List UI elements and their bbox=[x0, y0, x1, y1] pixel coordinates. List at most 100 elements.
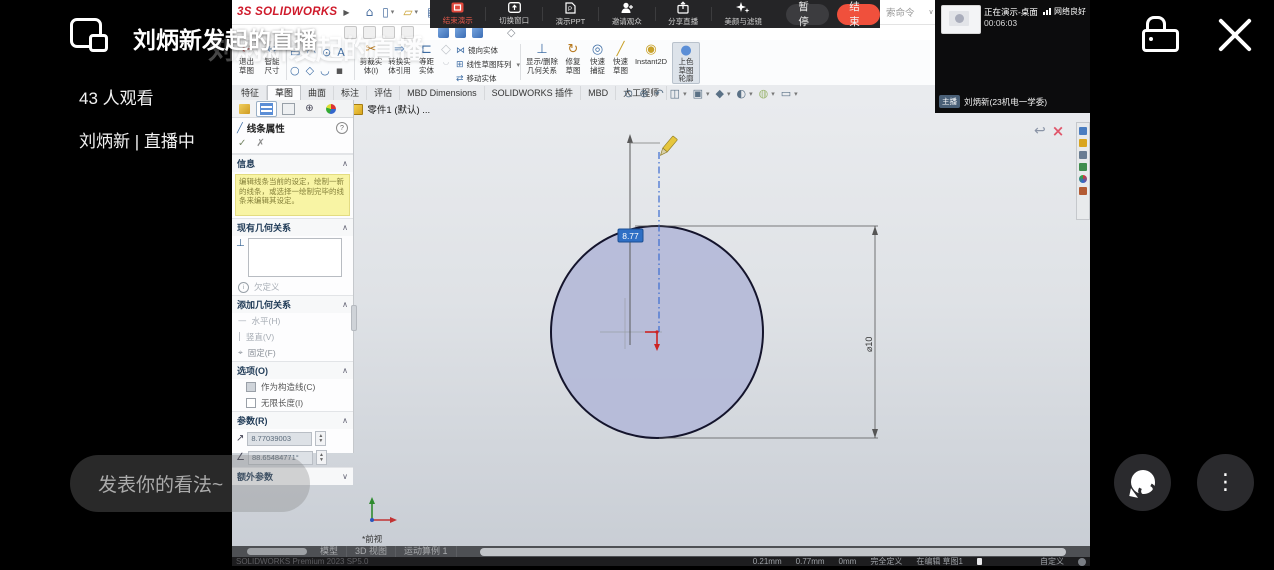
pencil-cursor-icon bbox=[658, 136, 677, 157]
graphics-area[interactable]: ▶ 零件1 (默认) ... ↩ × ⊕ bbox=[232, 100, 1090, 546]
comment-placeholder: 发表你的看法~ bbox=[98, 470, 223, 497]
host-name: 刘炳新(23机电一学委) bbox=[964, 96, 1047, 108]
share-stream-button[interactable]: 分享直播 bbox=[655, 0, 710, 28]
signal-bars-icon bbox=[1043, 8, 1051, 15]
dimension-text[interactable]: ⌀10 bbox=[864, 337, 874, 352]
invite-viewers-button[interactable]: 邀请观众 bbox=[599, 0, 654, 28]
rapid-sketch-icon: ╱ bbox=[617, 42, 625, 58]
display-relations-button[interactable]: ⊥ 显示/删除 几何关系 bbox=[525, 42, 559, 75]
dim-arrow-top bbox=[872, 226, 878, 235]
stream-title: 刘炳新发起的直播 bbox=[133, 21, 317, 55]
sketch-canvas[interactable]: 8.77 ⌀10 bbox=[232, 100, 1090, 546]
rotation-lock-icon[interactable] bbox=[1140, 14, 1180, 54]
tab-sw-addins[interactable]: SOLIDWORKS 插件 bbox=[485, 86, 582, 100]
status-bar: SOLIDWORKS Premium 2023 SP5.0 0.21mm 0.7… bbox=[232, 557, 1090, 566]
section-view-icon[interactable]: ◫ bbox=[670, 87, 680, 100]
tab-features[interactable]: 特征 bbox=[234, 86, 267, 100]
switch-window-button[interactable]: 切换窗口 bbox=[486, 0, 541, 28]
comment-input[interactable]: 发表你的看法~ bbox=[70, 455, 310, 512]
repair-sketch-button[interactable]: ↻ 修复 草图 bbox=[562, 42, 584, 75]
view-settings-icon[interactable]: ▭ bbox=[781, 87, 791, 100]
live-stream-screen: { "overlay": { "title": "刘炳新发起的直播", "vie… bbox=[0, 0, 1274, 570]
linear-pattern-icon: ⊞ bbox=[456, 60, 464, 70]
open-caret-icon[interactable]: ▾ bbox=[415, 8, 419, 16]
search-text: 索命令 bbox=[886, 5, 915, 19]
coord-z: 0mm bbox=[839, 557, 857, 566]
beauty-filter-button[interactable]: 美颜与滤镜 bbox=[712, 0, 775, 28]
home-icon[interactable]: ⌂ bbox=[366, 5, 374, 19]
command-search[interactable]: 索命令 ∨ bbox=[877, 2, 944, 21]
scrollbar-left-thumb[interactable] bbox=[247, 548, 307, 555]
menu-expand-icon[interactable]: ▶ bbox=[343, 8, 349, 17]
close-icon[interactable] bbox=[1218, 13, 1252, 47]
heads-up-toolbar: ⊙ ⊕ ↶ ◫▾ ▣▾ ◆▾ ◐▾ ◍▾ ▭▾ bbox=[624, 87, 798, 100]
repair-icon: ↻ bbox=[568, 42, 579, 58]
coord-x: 0.21mm bbox=[753, 557, 782, 566]
pip-timer: 00:06:03 bbox=[984, 18, 1017, 28]
horizontal-scrollbar-thumb[interactable] bbox=[480, 548, 1066, 556]
svg-text:8.77: 8.77 bbox=[622, 231, 639, 241]
end-demo-icon bbox=[451, 2, 464, 13]
view-cube-icon[interactable] bbox=[438, 27, 449, 38]
end-button[interactable]: 结束 bbox=[837, 4, 880, 25]
hide-show-items-icon[interactable]: ◐ bbox=[736, 87, 746, 100]
invite-icon bbox=[620, 2, 634, 14]
mini-window-icon[interactable] bbox=[70, 18, 108, 52]
edit-appearance-icon[interactable]: ◍ bbox=[759, 87, 769, 100]
search-caret-icon[interactable]: ∨ bbox=[929, 8, 934, 16]
end-demo-button[interactable]: 结束演示 bbox=[430, 0, 485, 28]
quick-snap-button[interactable]: ◎ 快速 捕捉 bbox=[587, 42, 608, 75]
pause-button[interactable]: 暂停 bbox=[786, 4, 829, 25]
more-dots-icon: ⋮ bbox=[1215, 472, 1237, 494]
share-icon bbox=[677, 1, 689, 14]
rapid-sketch-button[interactable]: ╱ 快速 草图 bbox=[610, 42, 631, 75]
move-icon: ⇄ bbox=[456, 74, 464, 84]
more-button[interactable]: ⋮ bbox=[1197, 454, 1254, 511]
tab-mbd[interactable]: MBD bbox=[581, 86, 616, 100]
tab-mbd-dimensions[interactable]: MBD Dimensions bbox=[400, 86, 485, 100]
quick-tips-icon[interactable] bbox=[1078, 558, 1086, 566]
doc-tab-model[interactable]: 模型 bbox=[312, 546, 347, 557]
view-orientation-icon[interactable]: ▣ bbox=[693, 87, 703, 100]
display-style-icon[interactable]: ◆ bbox=[716, 87, 724, 100]
open-icon[interactable]: ▱ bbox=[403, 5, 412, 19]
svg-text:P: P bbox=[568, 7, 572, 13]
solidworks-logo: 3S SOLIDWORKS bbox=[237, 6, 337, 18]
coord-y: 0.77mm bbox=[796, 557, 825, 566]
move-entities-button[interactable]: ⇄ 移动实体 bbox=[456, 73, 497, 84]
zoom-fit-icon[interactable]: ⊙ bbox=[624, 87, 633, 100]
tab-evaluate[interactable]: 评估 bbox=[367, 86, 400, 100]
chat-button[interactable] bbox=[1114, 454, 1171, 511]
streamer-status: 刘炳新 | 直播中 bbox=[79, 127, 195, 152]
view-cube-icon[interactable] bbox=[455, 27, 466, 38]
shaded-contours-button[interactable]: ● 上色 草图 轮廓 bbox=[672, 42, 700, 84]
tab-surfaces[interactable]: 曲面 bbox=[301, 86, 334, 100]
present-ppt-button[interactable]: P 演示PPT bbox=[543, 0, 598, 28]
tab-sketch[interactable]: 草图 bbox=[267, 85, 301, 100]
mirror-entities-button[interactable]: ⋈ 镜向实体 bbox=[456, 45, 498, 56]
mirror-icon: ⋈ bbox=[456, 46, 465, 56]
line-arrow bbox=[627, 134, 633, 143]
pip-streamer-row: 主播 刘炳新(23机电一学委) bbox=[939, 95, 1047, 108]
new-caret-icon[interactable]: ▾ bbox=[391, 8, 395, 16]
beauty-icon bbox=[736, 1, 750, 14]
reference-triad bbox=[369, 497, 397, 523]
shaded-contours-icon: ● bbox=[680, 43, 691, 58]
linear-pattern-button[interactable]: ⊞ 线性草图阵列 ▾ bbox=[456, 59, 520, 70]
network-status: 网络良好 bbox=[1043, 6, 1086, 17]
pip-panel[interactable]: 正在演示-桌面 00:06:03 网络良好 主播 刘炳新(23机电一学委) bbox=[935, 0, 1090, 113]
view-cube-icon[interactable] bbox=[472, 27, 483, 38]
dim-arrow-bottom bbox=[872, 429, 878, 438]
pip-status: 正在演示-桌面 bbox=[984, 6, 1038, 18]
instant2d-button[interactable]: ◉ Instant2D bbox=[633, 42, 669, 67]
new-document-icon[interactable]: ▯ bbox=[382, 5, 389, 19]
doc-tab-motion-study[interactable]: 运动算例 1 bbox=[396, 546, 457, 557]
viewer-count: 43 人观看 bbox=[79, 84, 154, 109]
zoom-area-icon[interactable]: ⊕ bbox=[639, 87, 648, 100]
tab-annotate[interactable]: 标注 bbox=[334, 86, 367, 100]
doc-tab-3dviews[interactable]: 3D 视图 bbox=[347, 546, 396, 557]
disabled-tool-button[interactable]: ◇ ◡ bbox=[440, 42, 452, 67]
presenter-toolbar: 结束演示 切换窗口 P 演示PPT 邀请观众 分享直播 美颜与滤镜 暂停 结束 bbox=[430, 0, 880, 28]
customize-button[interactable]: 自定义 bbox=[1040, 556, 1064, 567]
previous-view-icon[interactable]: ↶ bbox=[654, 87, 663, 100]
